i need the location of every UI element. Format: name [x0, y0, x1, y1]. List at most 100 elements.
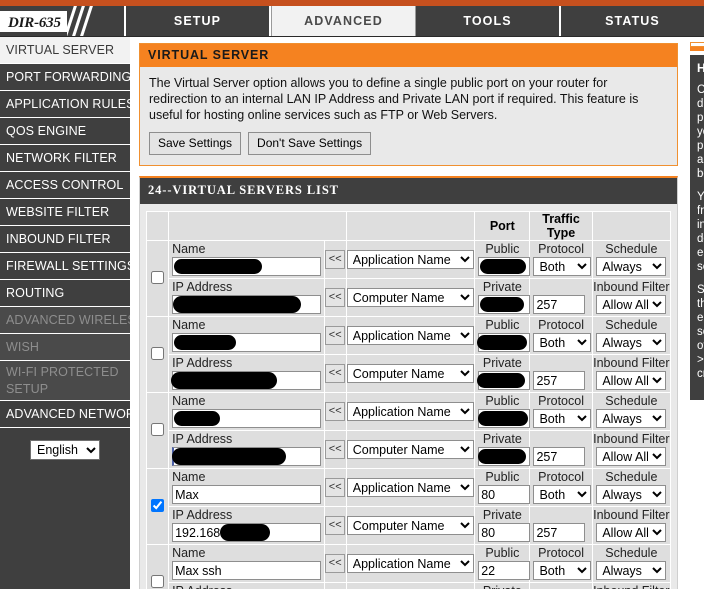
- row-ip-copy-cell: <<: [323, 582, 347, 589]
- computer-name-select[interactable]: Computer Name: [346, 516, 475, 535]
- label-ttl-blank: [530, 583, 591, 589]
- application-name-select[interactable]: Application Name: [346, 478, 475, 497]
- sidebar-item-access-control[interactable]: ACCESS CONTROL: [0, 172, 130, 199]
- name-input[interactable]: [172, 409, 321, 428]
- public-port-input[interactable]: [478, 333, 531, 352]
- public-port-input[interactable]: [478, 485, 531, 504]
- copy-computer-name-button[interactable]: <<: [325, 364, 346, 383]
- computer-name-select[interactable]: Computer Name: [346, 288, 475, 307]
- protocol-wrap: Both: [530, 560, 592, 582]
- private-port-input[interactable]: [478, 523, 531, 542]
- public-port-input[interactable]: [478, 257, 531, 276]
- computer-name-select[interactable]: Computer Name: [346, 440, 475, 459]
- tab-advanced[interactable]: ADVANCED: [271, 6, 416, 36]
- schedule-select[interactable]: Always: [596, 257, 667, 276]
- ip-address-input[interactable]: [172, 523, 321, 542]
- row-enable-checkbox-cell[interactable]: [145, 544, 170, 589]
- name-input[interactable]: [172, 333, 321, 352]
- row-enable-checkbox-cell[interactable]: [145, 392, 170, 469]
- sidebar-item-routing[interactable]: ROUTING: [0, 280, 130, 307]
- schedule-select[interactable]: Always: [596, 561, 667, 580]
- copy-app-name-button[interactable]: <<: [325, 326, 346, 345]
- protocol-select[interactable]: Both: [533, 409, 592, 428]
- ttl-input[interactable]: [533, 295, 586, 314]
- row-enable-checkbox-cell[interactable]: [145, 316, 170, 393]
- protocol-select[interactable]: Both: [533, 485, 592, 504]
- sidebar-item-advanced-network[interactable]: ADVANCED NETWORK: [0, 401, 130, 428]
- ttl-input[interactable]: [533, 523, 586, 542]
- ttl-input[interactable]: [533, 447, 586, 466]
- protocol-wrap: Both: [530, 484, 592, 506]
- row-enable-checkbox[interactable]: [151, 346, 165, 360]
- row-schedule-cell: Schedule Always: [591, 392, 672, 431]
- private-port-input[interactable]: [478, 295, 531, 314]
- protocol-select[interactable]: Both: [533, 257, 592, 276]
- table-row: Name << Application Name Public Protocol…: [145, 392, 672, 469]
- tab-setup[interactable]: SETUP: [126, 6, 271, 36]
- tab-status[interactable]: STATUS: [561, 6, 704, 36]
- copy-app-name-button[interactable]: <<: [325, 250, 346, 269]
- application-name-select[interactable]: Application Name: [346, 326, 475, 345]
- name-input[interactable]: [172, 561, 321, 580]
- name-input[interactable]: [172, 485, 321, 504]
- sidebar-item-qos-engine[interactable]: QOS ENGINE: [0, 118, 130, 145]
- private-port-input[interactable]: [478, 371, 531, 390]
- protocol-select[interactable]: Both: [533, 561, 592, 580]
- language-select[interactable]: English: [30, 440, 100, 460]
- language-selector-wrap: English: [0, 428, 130, 460]
- row-enable-checkbox-cell[interactable]: [145, 468, 170, 545]
- schedule-select[interactable]: Always: [596, 485, 667, 504]
- row-protocol-cell: Protocol Both: [529, 316, 593, 355]
- computer-name-select[interactable]: Computer Name: [346, 364, 475, 383]
- application-name-select[interactable]: Application Name: [346, 402, 475, 421]
- schedule-select[interactable]: Always: [596, 333, 667, 352]
- row-enable-checkbox-cell[interactable]: [145, 240, 170, 317]
- row-enable-checkbox[interactable]: [151, 422, 165, 436]
- private-port-wrap: [475, 370, 531, 392]
- inbound-filter-select[interactable]: Allow All: [596, 447, 667, 466]
- sidebar-item-port-forwarding[interactable]: PORT FORWARDING: [0, 64, 130, 91]
- inbound-filter-select[interactable]: Allow All: [596, 295, 667, 314]
- row-ip-copy-cell: <<: [323, 354, 347, 393]
- sidebar-item-network-filter[interactable]: NETWORK FILTER: [0, 145, 130, 172]
- ip-address-input[interactable]: [172, 447, 321, 466]
- copy-computer-name-button[interactable]: <<: [325, 516, 346, 535]
- sidebar-item-firewall-settings[interactable]: FIREWALL SETTINGS: [0, 253, 130, 280]
- private-port-input[interactable]: [478, 447, 531, 466]
- inbound-filter-select[interactable]: Allow All: [596, 523, 667, 542]
- sidebar-item-virtual-server[interactable]: VIRTUAL SERVER: [0, 37, 130, 64]
- dont-save-settings-button[interactable]: Don't Save Settings: [248, 132, 372, 155]
- save-settings-button[interactable]: Save Settings: [149, 132, 242, 155]
- application-name-select[interactable]: Application Name: [346, 554, 475, 573]
- copy-app-name-button[interactable]: <<: [325, 402, 346, 421]
- public-port-input[interactable]: [478, 561, 531, 580]
- label-ip-address: IP Address: [172, 356, 233, 370]
- ip-address-input[interactable]: [172, 371, 321, 390]
- tab-tools[interactable]: TOOLS: [416, 6, 561, 36]
- copy-computer-name-button[interactable]: <<: [325, 288, 346, 307]
- row-enable-checkbox[interactable]: [151, 574, 165, 588]
- row-enable-checkbox[interactable]: [151, 498, 165, 512]
- ip-input-wrap: [169, 370, 324, 392]
- protocol-select[interactable]: Both: [533, 333, 592, 352]
- copy-computer-name-button[interactable]: <<: [325, 440, 346, 459]
- schedule-select[interactable]: Always: [596, 409, 667, 428]
- sidebar-item-application-rules[interactable]: APPLICATION RULES: [0, 91, 130, 118]
- sidebar-item-wifi-protected-setup: WI-FI PROTECTED SETUP: [0, 361, 130, 401]
- sidebar-item-advanced-wireless: ADVANCED WIRELESS: [0, 307, 130, 334]
- inbound-filter-select[interactable]: Allow All: [596, 371, 667, 390]
- row-private-port-cell: Private: [474, 278, 531, 317]
- page-body: VIRTUAL SERVER PORT FORWARDING APPLICATI…: [0, 37, 704, 589]
- ttl-input[interactable]: [533, 371, 586, 390]
- public-port-input[interactable]: [478, 409, 531, 428]
- copy-app-name-button[interactable]: <<: [325, 478, 346, 497]
- copy-app-name-button[interactable]: <<: [325, 554, 346, 573]
- helpful-hints-paragraph: Check the Application Name drop down men…: [697, 84, 704, 180]
- sidebar-item-inbound-filter[interactable]: INBOUND FILTER: [0, 226, 130, 253]
- ip-address-input[interactable]: [172, 295, 321, 314]
- sidebar-item-website-filter[interactable]: WEBSITE FILTER: [0, 199, 130, 226]
- name-input[interactable]: [172, 257, 321, 276]
- application-name-select[interactable]: Application Name: [346, 250, 475, 269]
- name-input-wrap: [169, 256, 324, 278]
- row-enable-checkbox[interactable]: [151, 270, 165, 284]
